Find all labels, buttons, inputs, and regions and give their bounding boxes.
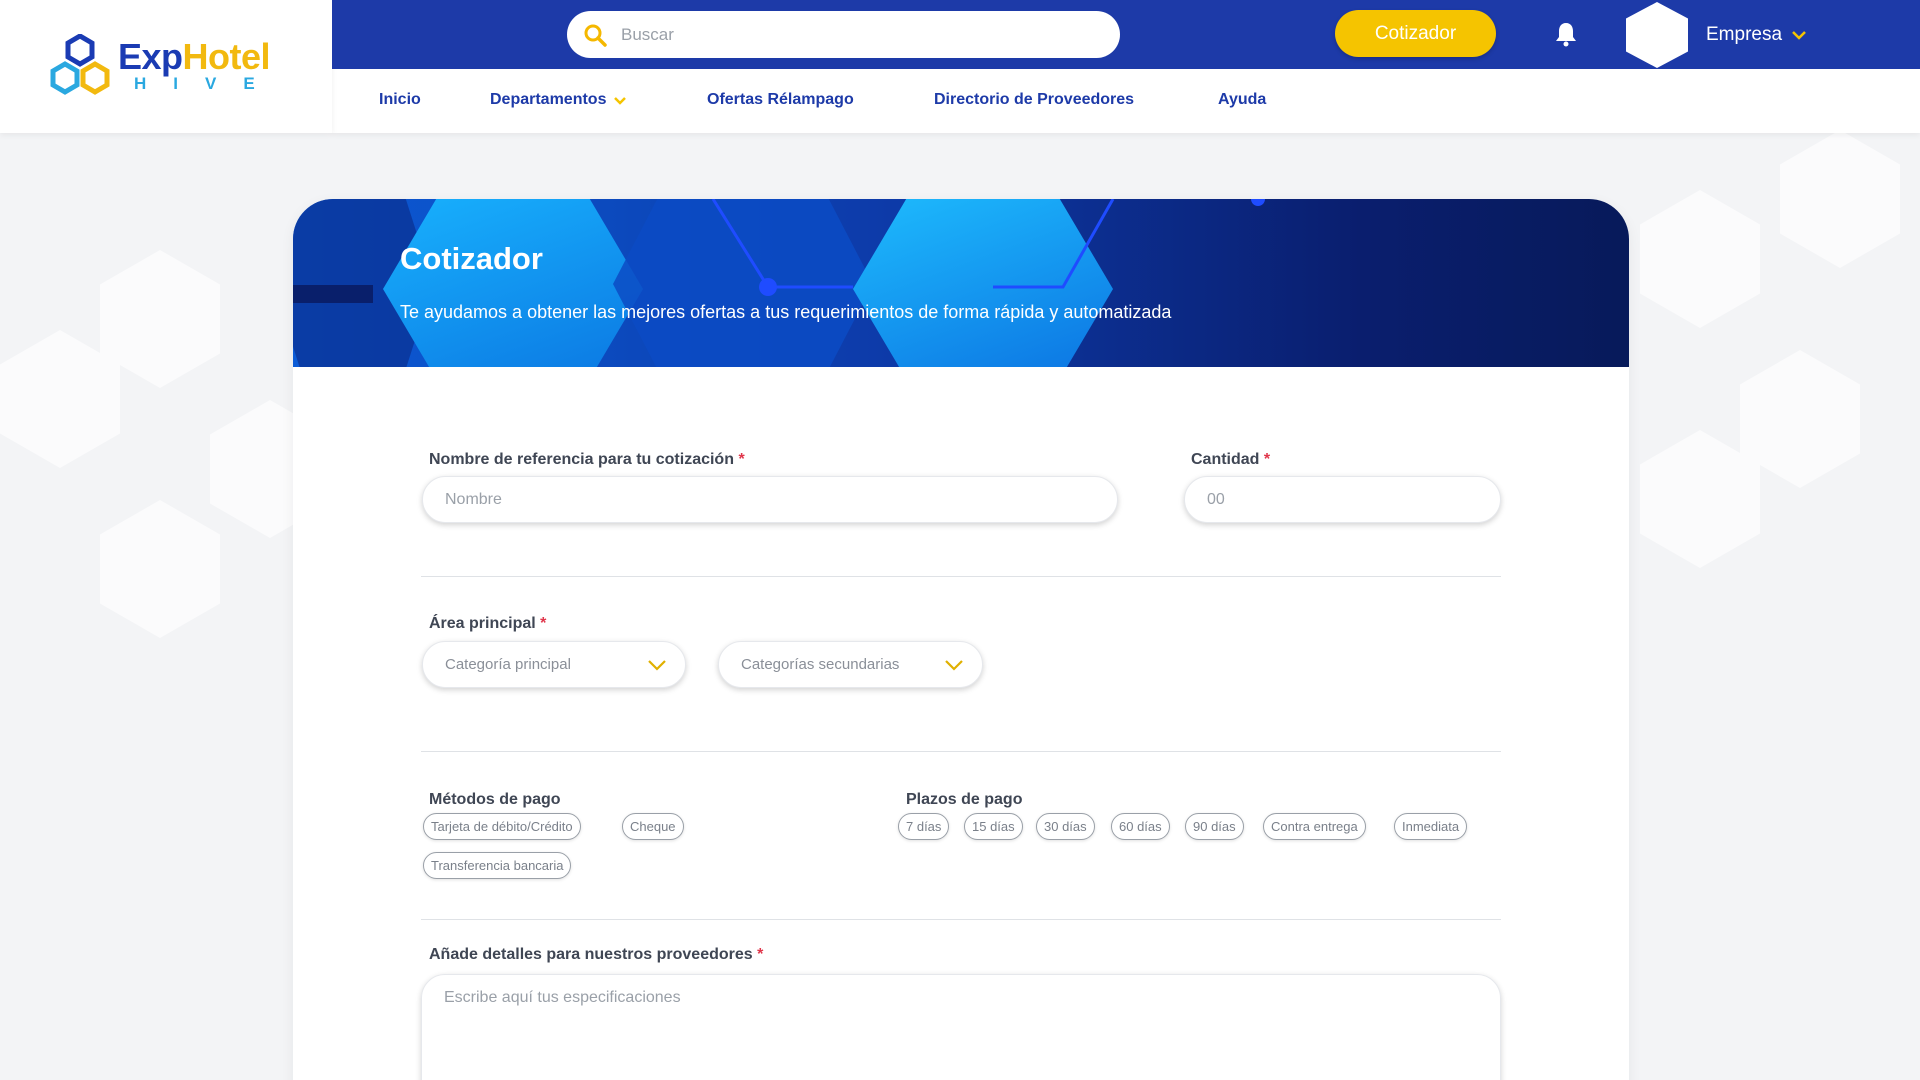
nav-item-inicio[interactable]: Inicio	[379, 91, 421, 109]
details-field	[421, 974, 1501, 1080]
select-value: Categoría principal	[445, 656, 571, 673]
cotizador-card: Cotizador Te ayudamos a obtener las mejo…	[293, 199, 1629, 1080]
reference-name-field	[422, 476, 1118, 523]
logo-hotel: Hotel	[182, 36, 271, 77]
payment-terms-label: Plazos de pago	[906, 791, 1023, 808]
bell-icon[interactable]	[1554, 21, 1578, 47]
required-mark: *	[1263, 451, 1271, 468]
nav-item-label: Ofertas Rélampago	[707, 91, 854, 108]
nav-item-ayuda[interactable]: Ayuda	[1218, 91, 1266, 109]
payment-term-chip[interactable]: 60 días	[1111, 813, 1170, 840]
quantity-input[interactable]	[1207, 490, 1500, 509]
search-bar	[567, 11, 1120, 58]
banner-network-lines	[293, 199, 1265, 303]
search-input[interactable]	[621, 24, 1081, 45]
avatar[interactable]	[1626, 2, 1688, 68]
payment-term-chip[interactable]: 15 días	[964, 813, 1023, 840]
logo-panel: ExpHotel HIVE	[0, 0, 332, 133]
payment-term-chip[interactable]: 30 días	[1036, 813, 1095, 840]
required-mark: *	[738, 451, 745, 468]
cotizador-button[interactable]: Cotizador	[1335, 10, 1496, 57]
reference-name-label: Nombre de referencia para tu cotización …	[429, 451, 745, 469]
nav-item-directorio[interactable]: Directorio de Proveedores	[934, 91, 1134, 109]
main-area-label: Área principal *	[429, 615, 546, 633]
chevron-down-icon	[648, 659, 666, 671]
account-menu[interactable]: Empresa	[1706, 24, 1806, 46]
page-title: Cotizador	[400, 241, 543, 276]
logo-wordmark[interactable]: ExpHotel	[118, 36, 271, 78]
required-mark: *	[540, 615, 547, 632]
payment-term-chip[interactable]: Contra entrega	[1263, 813, 1366, 840]
divider	[421, 751, 1501, 752]
label-text: Añade detalles para nuestros proveedores	[429, 946, 753, 963]
logo-subtitle: HIVE	[134, 74, 282, 93]
payment-method-chip[interactable]: Cheque	[622, 813, 684, 840]
nav-item-label: Departamentos	[490, 91, 607, 108]
nav-item-label: Inicio	[379, 91, 421, 108]
select-value: Categorías secundarias	[741, 656, 900, 673]
payment-methods-label: Métodos de pago	[429, 791, 561, 808]
nav-item-label: Ayuda	[1218, 91, 1267, 108]
chevron-down-icon	[614, 96, 627, 105]
logo-hexagons-icon	[50, 34, 110, 95]
nav-bar: Inicio Departamentos Ofertas Rélampago D…	[332, 69, 1920, 133]
payment-term-chip[interactable]: 90 días	[1185, 813, 1244, 840]
label-text: Área principal	[429, 615, 536, 632]
payment-term-chip[interactable]: Inmediata	[1394, 813, 1468, 840]
label-text: Nombre de referencia para tu cotización	[429, 451, 734, 468]
chevron-down-icon	[945, 659, 963, 671]
secondary-category-select[interactable]: Categorías secundarias	[718, 641, 983, 688]
reference-name-input[interactable]	[445, 490, 1117, 509]
account-label: Empresa	[1706, 24, 1783, 45]
cotizador-banner: Cotizador Te ayudamos a obtener las mejo…	[293, 199, 1629, 367]
page-subtitle: Te ayudamos a obtener las mejores oferta…	[400, 302, 1172, 322]
top-bar: Cotizador Empresa	[332, 0, 1920, 69]
nav-item-label: Directorio de Proveedores	[934, 91, 1135, 108]
chevron-down-icon	[1792, 31, 1806, 40]
nav-item-ofertas[interactable]: Ofertas Rélampago	[707, 91, 854, 109]
quantity-field	[1184, 476, 1501, 523]
details-textarea[interactable]	[444, 989, 1478, 1080]
logo-exp: Exp	[118, 36, 183, 77]
label-text: Cantidad	[1191, 451, 1260, 468]
payment-term-chip[interactable]: 7 días	[898, 813, 950, 840]
required-mark: *	[757, 946, 764, 963]
details-label: Añade detalles para nuestros proveedores…	[429, 946, 763, 964]
payment-method-chip[interactable]: Tarjeta de débito/Crédito	[423, 813, 581, 840]
quantity-label: Cantidad *	[1191, 451, 1270, 469]
search-icon	[584, 24, 607, 47]
divider	[421, 576, 1501, 577]
primary-category-select[interactable]: Categoría principal	[422, 641, 686, 688]
payment-method-chip[interactable]: Transferencia bancaria	[423, 852, 572, 879]
nav-item-departamentos[interactable]: Departamentos	[490, 91, 627, 109]
divider	[421, 919, 1501, 920]
